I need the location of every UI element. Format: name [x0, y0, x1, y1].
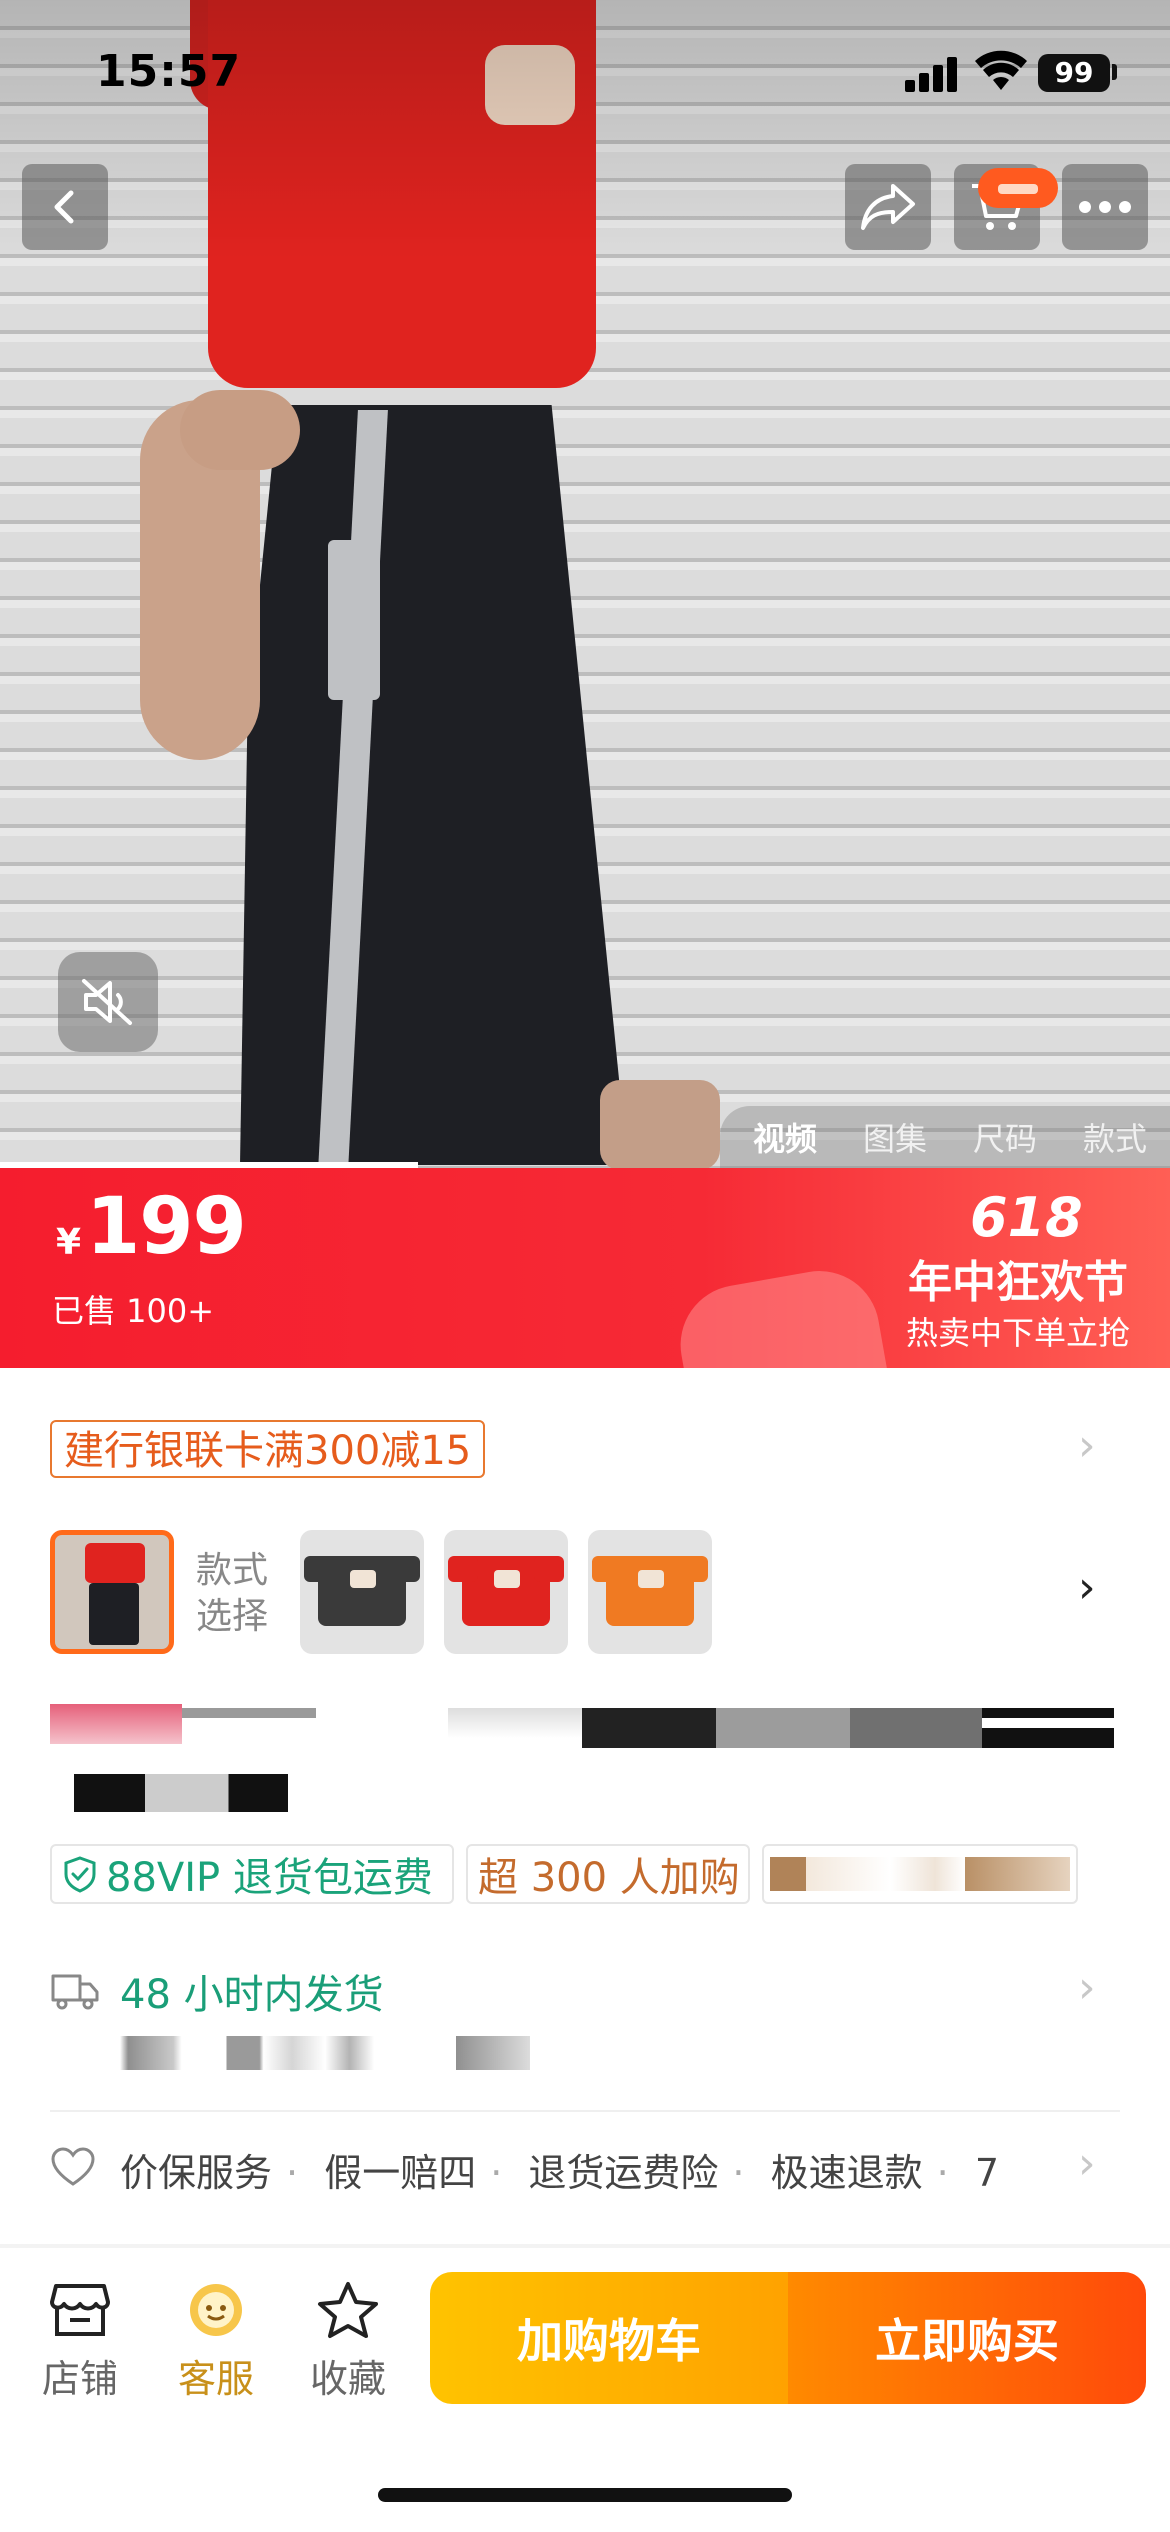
- tag-redacted: [762, 1844, 1078, 1904]
- tab-size[interactable]: 尺码: [973, 1114, 1037, 1160]
- signal-icon: [905, 56, 961, 92]
- media-tabs: 视频 图集 尺码 款式: [720, 1106, 1170, 1168]
- price-currency: ¥: [56, 1222, 82, 1263]
- store-button[interactable]: 店铺: [20, 2280, 140, 2403]
- truck-icon: [51, 1974, 99, 2010]
- style-more-chevron-icon[interactable]: ›: [1078, 1562, 1096, 1613]
- add-to-cart-button[interactable]: 加购物车: [430, 2272, 788, 2404]
- style-thumb-selected[interactable]: [50, 1530, 174, 1654]
- style-thumb-orange[interactable]: [588, 1530, 712, 1654]
- product-title-redacted: [50, 1704, 1120, 1816]
- tag-88vip-return: 88VIP 退货包运费: [50, 1844, 454, 1904]
- share-button[interactable]: [845, 164, 931, 250]
- tab-styles[interactable]: 款式: [1083, 1114, 1147, 1160]
- promo-title: 年中狂欢节: [908, 1257, 1128, 1308]
- tab-gallery[interactable]: 图集: [863, 1114, 927, 1160]
- chevron-left-icon: [54, 190, 74, 224]
- battery-tip: [1112, 64, 1117, 80]
- section-divider: [0, 2244, 1170, 2248]
- star-icon: [318, 2282, 378, 2338]
- style-thumb-black[interactable]: [300, 1530, 424, 1654]
- coupon-tag[interactable]: 建行银联卡满300减15: [50, 1420, 486, 1478]
- battery-indicator: 99: [1038, 54, 1110, 92]
- customer-service-button[interactable]: 客服: [156, 2280, 276, 2403]
- style-select-label: 款式 选择: [196, 1550, 269, 1637]
- tag-add-count: 超 300 人加购: [466, 1844, 750, 1904]
- buy-now-button[interactable]: 立即购买: [788, 2272, 1146, 2404]
- delivery-chevron-icon[interactable]: ›: [1078, 1962, 1096, 2013]
- wifi-icon: [975, 50, 1027, 90]
- home-indicator: [378, 2488, 792, 2502]
- promo-badge: 618: [970, 1186, 1083, 1249]
- customer-service-icon: [190, 2284, 242, 2336]
- sold-count: 已售 100+: [52, 1292, 215, 1330]
- coupon-chevron-icon[interactable]: ›: [1078, 1420, 1096, 1471]
- services-chevron-icon[interactable]: ›: [1078, 2138, 1096, 2189]
- store-icon: [50, 2284, 110, 2336]
- style-thumb-red[interactable]: [444, 1530, 568, 1654]
- mute-button[interactable]: [58, 952, 158, 1052]
- divider: [50, 2110, 1120, 2112]
- more-button[interactable]: [1062, 164, 1148, 250]
- back-button[interactable]: [22, 164, 108, 250]
- services-row[interactable]: 价保服务 · 假一赔四 · 退货运费险 · 极速退款 · 7: [120, 2142, 999, 2197]
- tab-video[interactable]: 视频: [753, 1114, 817, 1160]
- heart-icon: [51, 2147, 95, 2186]
- share-icon: [861, 184, 915, 230]
- delivery-time: 48 小时内发货: [120, 1972, 384, 2018]
- shield-check-icon: [64, 1856, 96, 1893]
- favorite-button[interactable]: 收藏: [288, 2280, 408, 2403]
- status-time: 15:57: [96, 46, 242, 97]
- delivery-address-redacted: [120, 2036, 530, 2070]
- price-value: 199: [86, 1182, 247, 1272]
- more-icon: [1079, 201, 1131, 213]
- promo-subtitle: 热卖中下单立抢: [906, 1314, 1131, 1352]
- cart-count-badge: [978, 168, 1058, 208]
- muted-speaker-icon: [82, 979, 132, 1025]
